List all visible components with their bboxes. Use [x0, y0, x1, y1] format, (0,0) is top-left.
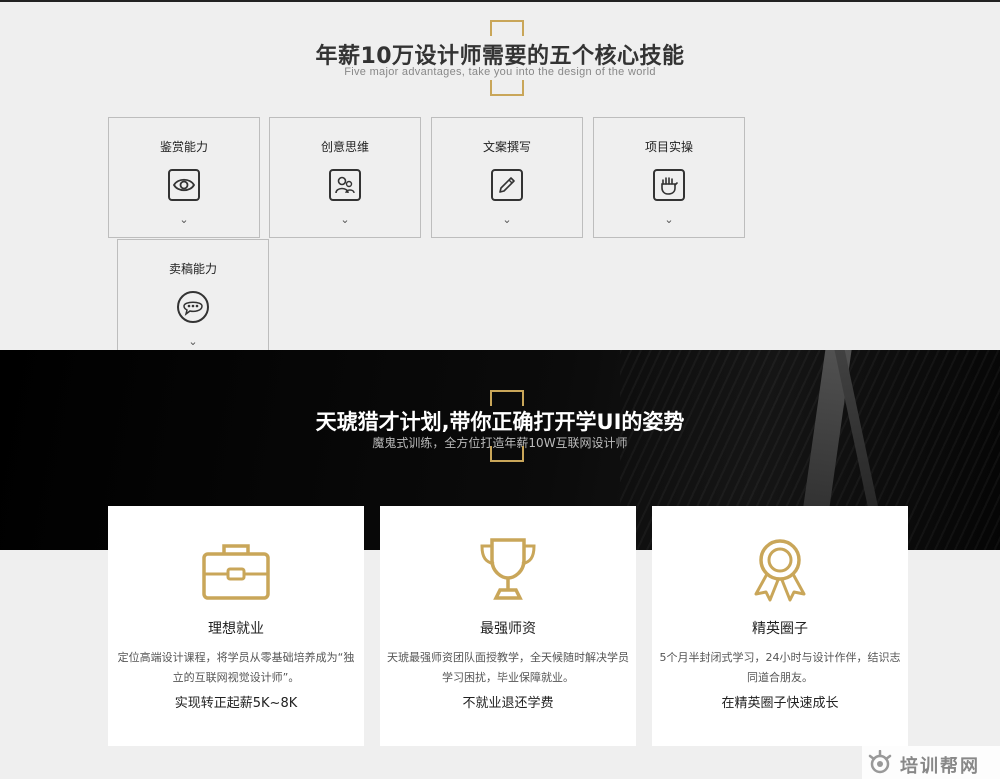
skills-header: 年薪10万设计师需要的五个核心技能 Five major advantages,… [0, 0, 1000, 100]
feature-title: 最强师资 [480, 621, 536, 637]
skill-label: 项目实操 [644, 140, 693, 154]
feature-highlight: 在精英圈子快速成长 [721, 696, 839, 711]
gold-bracket-top [490, 20, 524, 36]
feature-card-employment: 理想就业 定位高端设计课程，将学员从零基础培养成为“独立的互联网视觉设计师”。 … [108, 506, 364, 746]
chevron-down-icon[interactable]: ⌄ [594, 214, 744, 226]
watermark: 培训帮网 [862, 746, 1000, 779]
eye-icon [168, 169, 200, 201]
feature-highlight: 不就业退还学费 [462, 696, 554, 711]
feature-description: 天琥最强师资团队面授教学，全天候随时解决学员学习困扰，毕业保障就业。 [387, 651, 629, 684]
skill-card-appreciation[interactable]: 鉴赏能力 ⌄ [108, 117, 260, 238]
medal-icon [740, 536, 820, 606]
chevron-down-icon[interactable]: ⌄ [270, 214, 420, 226]
feature-card-circle: 精英圈子 5个月半封闭式学习，24小时与设计作伴，结识志同道合朋友。 在精英圈子… [652, 506, 908, 746]
feature-card-teachers: 最强师资 天琥最强师资团队面授教学，全天候随时解决学员学习困扰，毕业保障就业。 … [380, 506, 636, 746]
skill-card-selling[interactable]: 卖稿能力 ⌄ [117, 239, 269, 359]
skill-card-copywriting[interactable]: 文案撰写 ⌄ [431, 117, 583, 238]
feature-description: 5个月半封闭式学习，24小时与设计作伴，结识志同道合朋友。 [659, 651, 901, 684]
chevron-down-icon[interactable]: ⌄ [118, 336, 268, 348]
watermark-logo-icon [868, 750, 892, 774]
gold-bracket-bottom [490, 80, 524, 96]
skill-card-creativity[interactable]: 创意思维 ⌄ [269, 117, 421, 238]
pencil-icon [491, 169, 523, 201]
skill-label: 创意思维 [320, 140, 369, 154]
skill-label: 卖稿能力 [168, 262, 217, 276]
skill-label: 鉴赏能力 [159, 140, 208, 154]
hand-icon [653, 169, 685, 201]
banner-title: 天琥猎才计划,带你正确打开学UI的姿势 [315, 410, 685, 434]
gold-bracket-bottom [490, 446, 524, 462]
chat-bubble-icon [177, 291, 209, 323]
skills-subtitle: Five major advantages, take you into the… [344, 66, 656, 78]
people-icon [329, 169, 361, 201]
briefcase-icon [196, 536, 276, 606]
chevron-down-icon[interactable]: ⌄ [432, 214, 582, 226]
gold-bracket-top [490, 390, 524, 406]
feature-description: 定位高端设计课程，将学员从零基础培养成为“独立的互联网视觉设计师”。 [117, 651, 355, 684]
watermark-text: 培训帮网 [900, 756, 980, 777]
feature-title: 精英圈子 [752, 621, 808, 637]
feature-title: 理想就业 [208, 621, 264, 637]
chevron-down-icon[interactable]: ⌄ [109, 214, 259, 226]
trophy-icon [468, 536, 548, 606]
skill-label: 文案撰写 [482, 140, 531, 154]
feature-highlight: 实现转正起薪5K~8K [174, 696, 298, 711]
skill-card-projects[interactable]: 项目实操 ⌄ [593, 117, 745, 238]
